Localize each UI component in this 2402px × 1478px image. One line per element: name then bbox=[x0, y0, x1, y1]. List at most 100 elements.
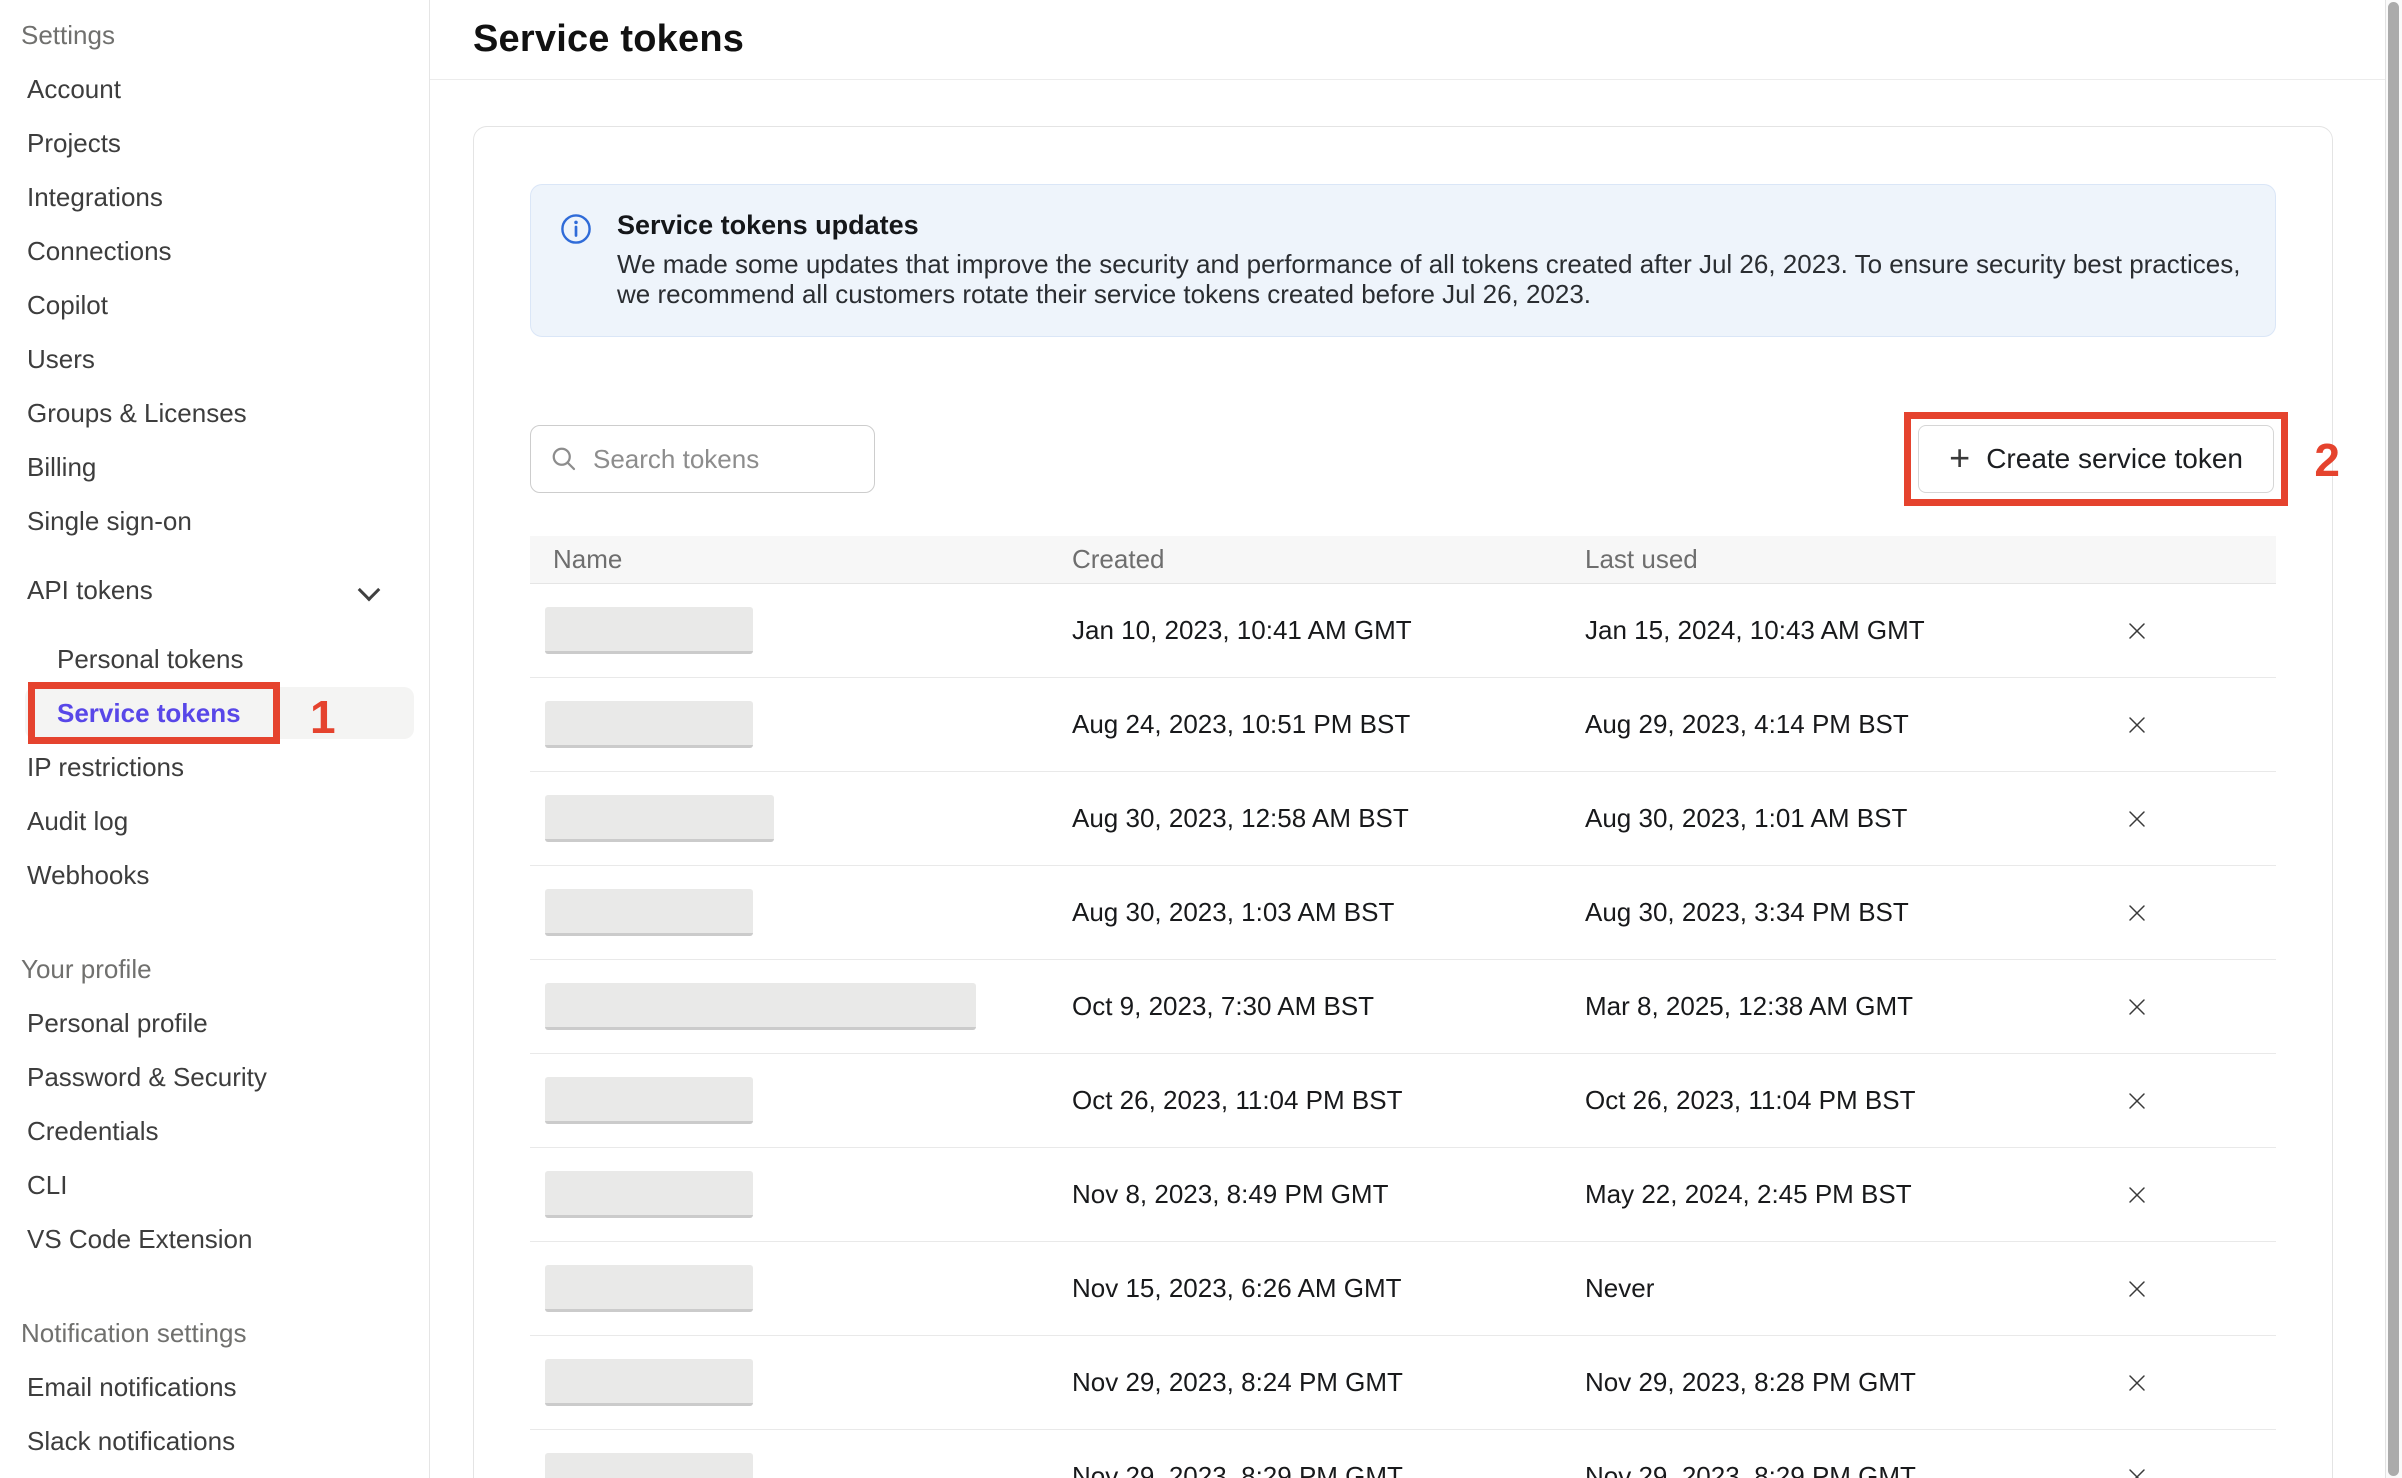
close-icon bbox=[2123, 617, 2151, 645]
sidebar-item-users[interactable]: Users bbox=[0, 332, 429, 386]
sidebar-item-service-tokens[interactable]: Service tokens1 bbox=[0, 686, 429, 740]
sidebar-item-email-notifications[interactable]: Email notifications bbox=[0, 1360, 429, 1414]
token-name-placeholder bbox=[545, 1077, 753, 1124]
scrollbar-track[interactable] bbox=[2385, 0, 2402, 1478]
delete-token-button[interactable] bbox=[2120, 1460, 2154, 1478]
token-name-cell bbox=[530, 1265, 1072, 1312]
sidebar-item-vs-code-extension[interactable]: VS Code Extension bbox=[0, 1212, 429, 1266]
delete-token-button[interactable] bbox=[2120, 614, 2154, 648]
token-last-used: Nov 29, 2023, 8:28 PM GMT bbox=[1585, 1367, 2100, 1398]
annotation-number-2: 2 bbox=[2314, 433, 2340, 487]
delete-token-button[interactable] bbox=[2120, 1366, 2154, 1400]
sidebar-label-credentials: Credentials bbox=[27, 1116, 159, 1147]
delete-token-button[interactable] bbox=[2120, 1178, 2154, 1212]
sidebar-item-slack-notifications[interactable]: Slack notifications bbox=[0, 1414, 429, 1468]
close-icon bbox=[2123, 993, 2151, 1021]
table-row: Nov 15, 2023, 6:26 AM GMTNever bbox=[530, 1242, 2276, 1336]
token-name-cell bbox=[530, 1359, 1072, 1406]
token-name-cell bbox=[530, 1453, 1072, 1478]
token-actions-cell bbox=[2100, 802, 2276, 836]
token-last-used: Never bbox=[1585, 1273, 2100, 1304]
token-last-used: Aug 30, 2023, 3:34 PM BST bbox=[1585, 897, 2100, 928]
table-row: Oct 9, 2023, 7:30 AM BSTMar 8, 2025, 12:… bbox=[530, 960, 2276, 1054]
sidebar-item-audit-log[interactable]: Audit log bbox=[0, 794, 429, 848]
banner-body: We made some updates that improve the se… bbox=[617, 249, 2245, 309]
token-created: Aug 30, 2023, 1:03 AM BST bbox=[1072, 897, 1585, 928]
sidebar-item-credentials[interactable]: Credentials bbox=[0, 1104, 429, 1158]
token-name-cell bbox=[530, 607, 1072, 654]
search-tokens-field[interactable] bbox=[530, 425, 875, 493]
sidebar-section-settings: Settings bbox=[0, 8, 429, 62]
tokens-table: Name Created Last used Jan 10, 2023, 10:… bbox=[530, 536, 2276, 1478]
sidebar-item-account[interactable]: Account bbox=[0, 62, 429, 116]
sidebar-label-integrations: Integrations bbox=[27, 182, 163, 213]
scrollbar-thumb[interactable] bbox=[2388, 2, 2399, 1476]
sidebar-item-webhooks[interactable]: Webhooks bbox=[0, 848, 429, 902]
search-input[interactable] bbox=[593, 444, 858, 475]
table-row: Nov 8, 2023, 8:49 PM GMTMay 22, 2024, 2:… bbox=[530, 1148, 2276, 1242]
sidebar-item-copilot[interactable]: Copilot bbox=[0, 278, 429, 332]
chevron-down-icon[interactable] bbox=[359, 579, 381, 601]
token-name-placeholder bbox=[545, 889, 753, 936]
search-icon bbox=[549, 444, 579, 474]
delete-token-button[interactable] bbox=[2120, 708, 2154, 742]
sidebar-label-email-notifications: Email notifications bbox=[27, 1372, 237, 1403]
sidebar-item-integrations[interactable]: Integrations bbox=[0, 170, 429, 224]
sidebar-label-password-security: Password & Security bbox=[27, 1062, 267, 1093]
token-name-placeholder bbox=[545, 701, 753, 748]
close-icon bbox=[2123, 1369, 2151, 1397]
token-created: Aug 24, 2023, 10:51 PM BST bbox=[1072, 709, 1585, 740]
close-icon bbox=[2123, 805, 2151, 833]
column-header-last-used: Last used bbox=[1585, 544, 2100, 575]
token-last-used: Aug 29, 2023, 4:14 PM BST bbox=[1585, 709, 2100, 740]
sidebar-label-cli: CLI bbox=[27, 1170, 67, 1201]
page-title: Service tokens bbox=[473, 18, 744, 61]
token-name-placeholder bbox=[545, 1171, 753, 1218]
sidebar-label-groups-licenses: Groups & Licenses bbox=[27, 398, 247, 429]
table-body: Jan 10, 2023, 10:41 AM GMTJan 15, 2024, … bbox=[530, 584, 2276, 1478]
column-header-created: Created bbox=[1072, 544, 1585, 575]
sidebar-item-personal-profile[interactable]: Personal profile bbox=[0, 996, 429, 1050]
table-row: Aug 24, 2023, 10:51 PM BSTAug 29, 2023, … bbox=[530, 678, 2276, 772]
column-header-name: Name bbox=[530, 544, 1072, 575]
token-created: Nov 29, 2023, 8:24 PM GMT bbox=[1072, 1367, 1585, 1398]
token-name-cell bbox=[530, 1171, 1072, 1218]
table-row: Nov 29, 2023, 8:29 PM GMTNov 29, 2023, 8… bbox=[530, 1430, 2276, 1478]
token-created: Aug 30, 2023, 12:58 AM BST bbox=[1072, 803, 1585, 834]
table-toolbar: + Create service token 2 bbox=[530, 425, 2276, 493]
token-created: Jan 10, 2023, 10:41 AM GMT bbox=[1072, 615, 1585, 646]
sidebar-item-groups-licenses[interactable]: Groups & Licenses bbox=[0, 386, 429, 440]
sidebar-item-projects[interactable]: Projects bbox=[0, 116, 429, 170]
sidebar-label-personal-profile: Personal profile bbox=[27, 1008, 208, 1039]
sidebar-item-billing[interactable]: Billing bbox=[0, 440, 429, 494]
sidebar-item-api-tokens[interactable]: API tokens bbox=[0, 563, 429, 617]
delete-token-button[interactable] bbox=[2120, 1272, 2154, 1306]
sidebar-label-webhooks: Webhooks bbox=[27, 860, 149, 891]
token-actions-cell bbox=[2100, 1084, 2276, 1118]
close-icon bbox=[2123, 1275, 2151, 1303]
create-service-token-button[interactable]: + Create service token bbox=[1918, 425, 2274, 493]
token-actions-cell bbox=[2100, 708, 2276, 742]
sidebar-item-ip-restrictions[interactable]: IP restrictions bbox=[0, 740, 429, 794]
sidebar-item-personal-tokens[interactable]: Personal tokens bbox=[0, 632, 429, 686]
sidebar-item-connections[interactable]: Connections bbox=[0, 224, 429, 278]
sidebar-label-personal-tokens: Personal tokens bbox=[57, 644, 243, 675]
sidebar-label-billing: Billing bbox=[27, 452, 96, 483]
token-actions-cell bbox=[2100, 1178, 2276, 1212]
sidebar-item-single-sign-on[interactable]: Single sign-on bbox=[0, 494, 429, 548]
info-banner: Service tokens updates We made some upda… bbox=[530, 184, 2276, 337]
sidebar-label-connections: Connections bbox=[27, 236, 172, 267]
page-header: Service tokens bbox=[430, 0, 2402, 80]
delete-token-button[interactable] bbox=[2120, 802, 2154, 836]
delete-token-button[interactable] bbox=[2120, 990, 2154, 1024]
table-header-row: Name Created Last used bbox=[530, 536, 2276, 584]
sidebar-label-users: Users bbox=[27, 344, 95, 375]
delete-token-button[interactable] bbox=[2120, 1084, 2154, 1118]
create-button-label: Create service token bbox=[1986, 443, 2243, 475]
sidebar-item-password-security[interactable]: Password & Security bbox=[0, 1050, 429, 1104]
delete-token-button[interactable] bbox=[2120, 896, 2154, 930]
token-name-cell bbox=[530, 1077, 1072, 1124]
token-actions-cell bbox=[2100, 990, 2276, 1024]
sidebar-item-cli[interactable]: CLI bbox=[0, 1158, 429, 1212]
sidebar-label-settings: Settings bbox=[21, 20, 115, 51]
